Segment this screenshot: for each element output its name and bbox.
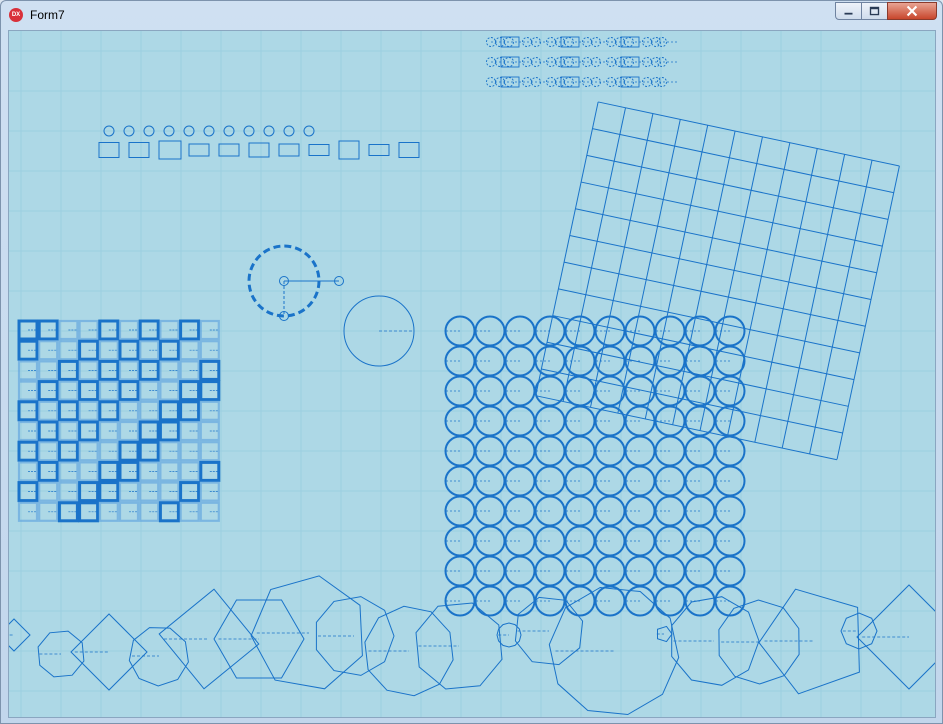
bottom-polygon [250, 575, 363, 690]
drawing-canvas[interactable] [8, 30, 936, 718]
grid-col-line [836, 165, 900, 460]
restore-icon [869, 6, 880, 16]
canvas-svg [9, 31, 935, 717]
small-rect [158, 140, 182, 160]
small-rect [188, 143, 210, 157]
small-rect [248, 142, 270, 158]
small-rect [218, 143, 240, 157]
small-rect [128, 142, 150, 158]
app-icon: DX [9, 8, 23, 22]
close-icon [906, 5, 918, 17]
grid-col-line [809, 160, 873, 454]
small-rect [368, 144, 390, 156]
window-title: Form7 [30, 8, 65, 22]
minimize-icon [844, 12, 853, 15]
small-rect [98, 142, 120, 158]
minimize-button[interactable] [835, 2, 862, 20]
small-rect [308, 144, 330, 156]
small-rect [398, 142, 420, 158]
small-rect [338, 140, 360, 160]
bottom-polygon [128, 627, 189, 687]
title-bar[interactable]: DX Form7 [1, 1, 942, 29]
rotated-grid [535, 101, 900, 461]
app-window: DX Form7 [0, 0, 943, 724]
maximize-button[interactable] [861, 2, 888, 20]
small-rect [278, 143, 300, 157]
close-button[interactable] [887, 2, 937, 20]
